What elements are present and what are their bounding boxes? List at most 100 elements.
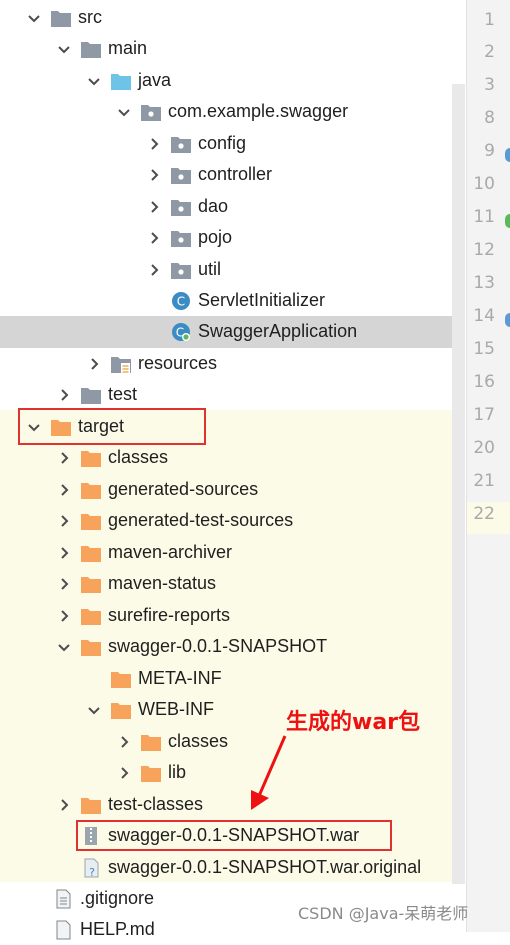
- tree-item-main[interactable]: main: [56, 33, 147, 64]
- line-number: 11: [473, 207, 495, 227]
- chevron-down-icon[interactable]: [116, 104, 132, 120]
- project-tree: src main java com.example.swagger config…: [0, 0, 465, 939]
- chevron-right-icon[interactable]: [56, 482, 72, 498]
- tree-item-pojo[interactable]: pojo: [146, 222, 232, 253]
- tree-item-web-inf-lib[interactable]: lib: [116, 757, 186, 788]
- chevron-down-icon[interactable]: [56, 41, 72, 57]
- tree-item-label: surefire-reports: [108, 605, 231, 625]
- line-number: 10: [473, 174, 495, 194]
- tree-item-label: generated-sources: [108, 479, 259, 499]
- tree-item-label: src: [78, 7, 102, 27]
- tree-item-war-original[interactable]: ? swagger-0.0.1-SNAPSHOT.war.original: [72, 852, 421, 883]
- line-number: 13: [473, 273, 495, 293]
- package-icon: [140, 102, 162, 122]
- svg-text:C: C: [177, 294, 185, 308]
- run-gutter-icon[interactable]: [505, 148, 510, 162]
- chevron-right-icon[interactable]: [146, 167, 162, 183]
- tree-item-dao[interactable]: dao: [146, 191, 228, 222]
- chevron-down-icon[interactable]: [86, 73, 102, 89]
- tree-item-generated-test-sources[interactable]: generated-test-sources: [56, 505, 293, 536]
- tree-item-resources[interactable]: resources: [86, 348, 217, 379]
- annotation-text: 生成的war包: [286, 710, 421, 735]
- chevron-right-icon[interactable]: [116, 734, 132, 750]
- tree-item-web-inf-classes[interactable]: classes: [116, 726, 228, 757]
- svg-text:?: ?: [89, 866, 95, 878]
- bean-gutter-icon[interactable]: [505, 214, 510, 228]
- tree-scrollbar[interactable]: [452, 84, 465, 884]
- tree-item-test[interactable]: test: [56, 379, 137, 410]
- tree-item-label: util: [198, 259, 222, 279]
- tree-item-maven-status[interactable]: maven-status: [56, 568, 216, 599]
- tree-item-snapshot-dir[interactable]: swagger-0.0.1-SNAPSHOT: [56, 631, 327, 662]
- tree-item-label: resources: [138, 353, 218, 373]
- tree-item-label: test-classes: [108, 794, 204, 814]
- line-number: 22: [473, 504, 495, 524]
- chevron-down-icon[interactable]: [26, 10, 42, 26]
- unknown-file-icon: ?: [80, 858, 102, 878]
- chevron-right-icon[interactable]: [146, 262, 162, 278]
- tree-item-help-md[interactable]: HELP.md: [44, 914, 155, 945]
- markdown-file-icon: [52, 920, 74, 940]
- tree-item-util[interactable]: util: [146, 254, 221, 285]
- folder-icon: [80, 795, 102, 815]
- line-number: 14: [473, 306, 495, 326]
- chevron-down-icon[interactable]: [56, 639, 72, 655]
- folder-icon: [50, 8, 72, 28]
- folder-icon: [140, 763, 162, 783]
- highlight-box-target: [18, 408, 206, 445]
- tree-item-test-classes[interactable]: test-classes: [56, 789, 203, 820]
- tree-item-label: controller: [198, 164, 273, 184]
- folder-icon: [80, 543, 102, 563]
- chevron-right-icon[interactable]: [116, 765, 132, 781]
- tree-item-meta-inf[interactable]: META-INF: [102, 663, 222, 694]
- package-icon: [170, 260, 192, 280]
- tree-item-label: maven-status: [108, 573, 217, 593]
- chevron-right-icon[interactable]: [56, 545, 72, 561]
- chevron-right-icon[interactable]: [146, 230, 162, 246]
- folder-icon: [110, 700, 132, 720]
- folder-icon: [80, 637, 102, 657]
- chevron-right-icon[interactable]: [56, 513, 72, 529]
- tree-item-web-inf[interactable]: WEB-INF: [86, 694, 214, 725]
- tree-item-maven-archiver[interactable]: maven-archiver: [56, 537, 232, 568]
- tree-item-src[interactable]: src: [26, 2, 102, 33]
- tree-item-generated-sources[interactable]: generated-sources: [56, 474, 258, 505]
- tree-item-servlet-initializer[interactable]: C ServletInitializer: [162, 285, 325, 316]
- line-number: 12: [473, 240, 495, 260]
- resources-folder-icon: [110, 354, 132, 374]
- text-file-icon: [52, 889, 74, 909]
- folder-icon: [80, 606, 102, 626]
- tree-item-gitignore[interactable]: .gitignore: [44, 883, 154, 914]
- package-icon: [170, 134, 192, 154]
- line-number: 20: [473, 438, 495, 458]
- tree-item-package[interactable]: com.example.swagger: [116, 96, 348, 127]
- tree-item-label: dao: [198, 196, 229, 216]
- highlight-box-war: [76, 820, 392, 851]
- tree-item-config[interactable]: config: [146, 128, 246, 159]
- folder-icon: [80, 511, 102, 531]
- line-number: 9: [484, 141, 495, 161]
- tree-item-label: WEB-INF: [138, 699, 214, 719]
- chevron-right-icon[interactable]: [56, 450, 72, 466]
- tree-item-controller[interactable]: controller: [146, 159, 272, 190]
- chevron-right-icon[interactable]: [146, 136, 162, 152]
- tree-item-classes[interactable]: classes: [56, 442, 168, 473]
- chevron-right-icon[interactable]: [146, 199, 162, 215]
- chevron-right-icon[interactable]: [56, 576, 72, 592]
- chevron-right-icon[interactable]: [56, 387, 72, 403]
- annotation-arrow: [251, 735, 287, 810]
- chevron-right-icon[interactable]: [86, 356, 102, 372]
- package-icon: [170, 228, 192, 248]
- run-gutter-icon[interactable]: [505, 313, 510, 327]
- tree-item-swagger-application[interactable]: C SwaggerApplication: [162, 316, 357, 347]
- tree-item-label: lib: [168, 762, 187, 782]
- tree-item-surefire-reports[interactable]: surefire-reports: [56, 600, 230, 631]
- tree-item-label: config: [198, 133, 247, 153]
- tree-item-label: classes: [168, 731, 229, 751]
- chevron-right-icon[interactable]: [56, 797, 72, 813]
- tree-item-label: pojo: [198, 227, 233, 247]
- line-number: 1: [484, 10, 495, 30]
- chevron-down-icon[interactable]: [86, 702, 102, 718]
- chevron-right-icon[interactable]: [56, 608, 72, 624]
- tree-item-java[interactable]: java: [86, 65, 171, 96]
